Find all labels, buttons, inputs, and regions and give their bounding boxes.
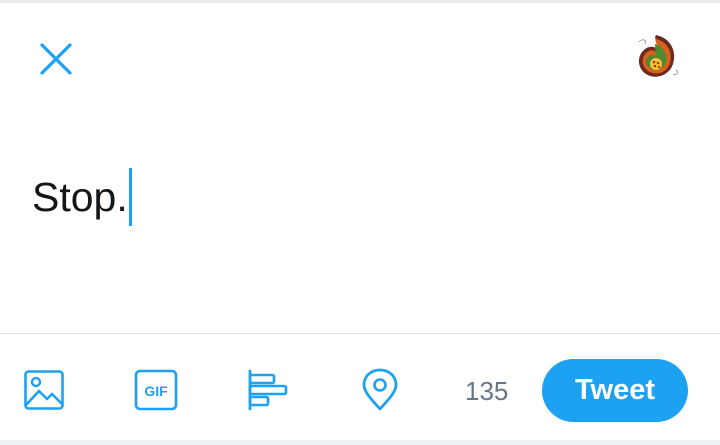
tweet-button[interactable]: Tweet	[542, 359, 688, 422]
compose-text: Stop.	[32, 174, 128, 220]
text-cursor	[128, 168, 132, 226]
toolbar-divider	[0, 333, 720, 334]
gif-icon-label: GIF	[144, 383, 168, 399]
add-poll-button[interactable]	[244, 366, 292, 414]
location-pin-icon	[362, 368, 398, 411]
paisley-avatar-icon	[629, 30, 683, 84]
tweet-compose-field[interactable]: Stop.	[32, 168, 132, 226]
close-icon	[40, 43, 72, 75]
add-gif-button[interactable]: GIF	[132, 366, 180, 414]
avatar[interactable]	[629, 30, 683, 84]
add-location-button[interactable]	[356, 366, 404, 414]
character-counter: 135	[465, 376, 509, 406]
close-button[interactable]	[34, 37, 78, 81]
top-border	[0, 0, 720, 3]
gif-icon: GIF	[134, 369, 178, 411]
image-icon	[24, 370, 64, 410]
bottom-border	[0, 440, 720, 445]
poll-icon	[248, 369, 288, 411]
add-media-button[interactable]	[20, 366, 68, 414]
